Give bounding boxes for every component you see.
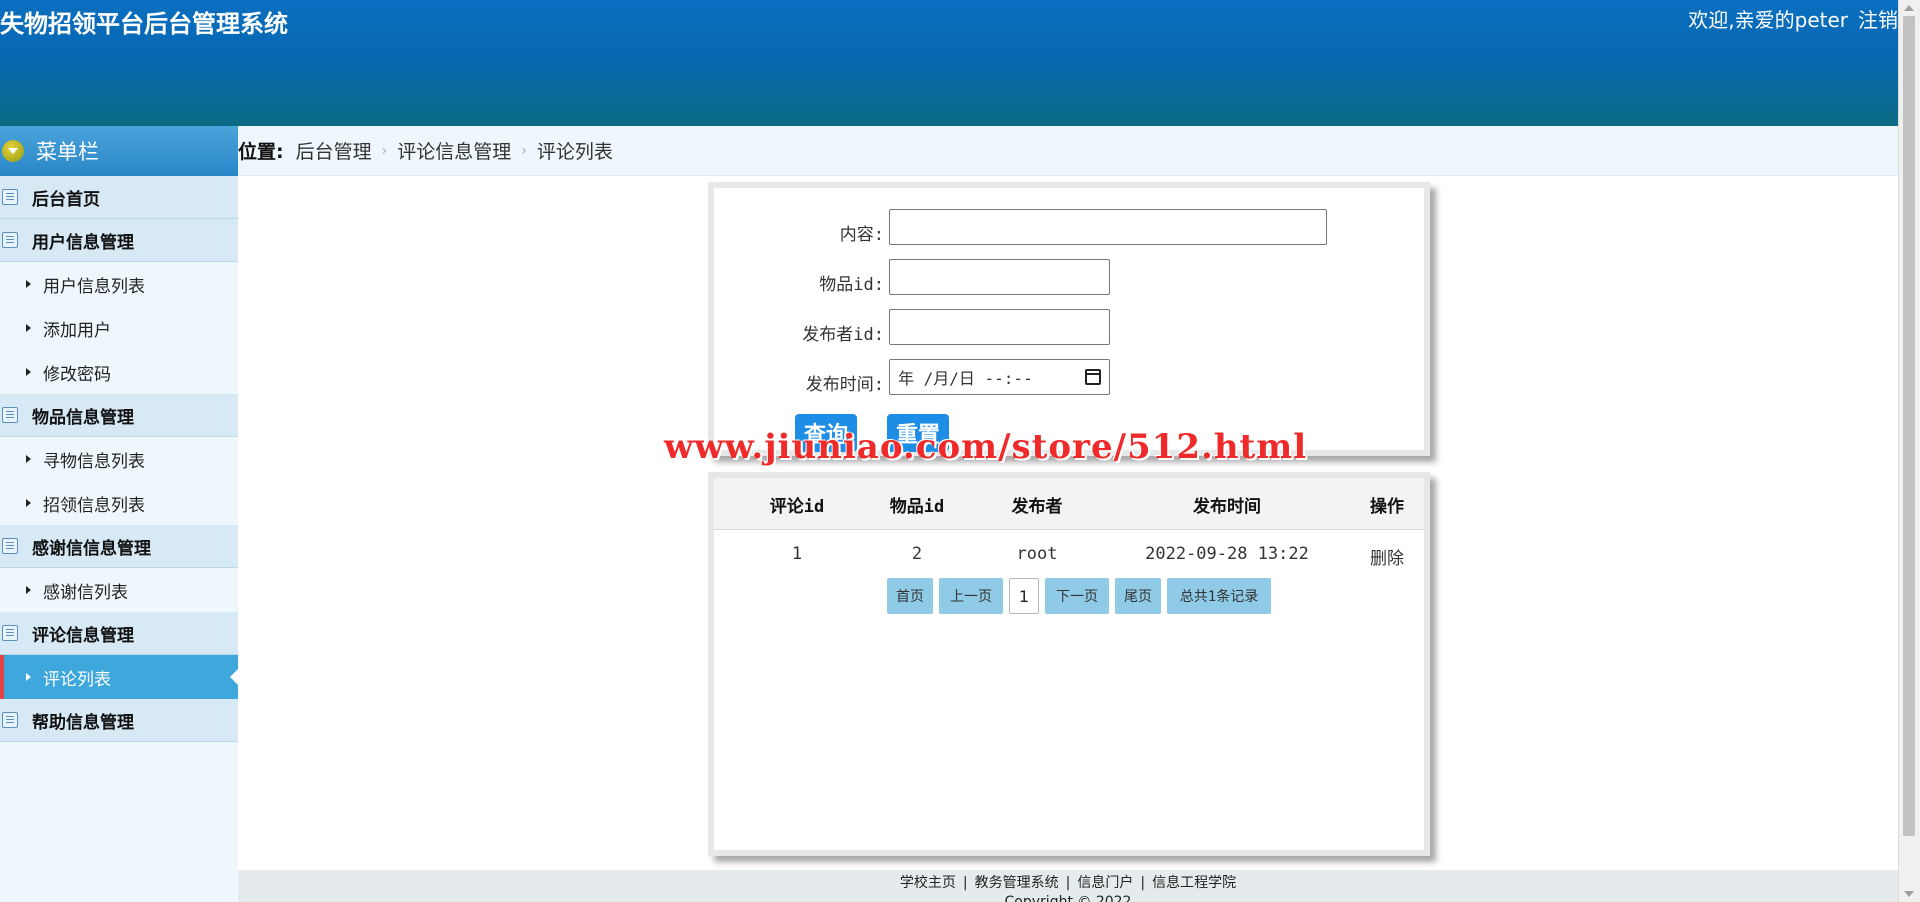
publish-time-label: 发布时间: xyxy=(805,375,884,395)
column-header: 物品id xyxy=(889,497,945,517)
vertical-scrollbar[interactable] xyxy=(1898,0,1920,902)
sidebar-item-label: 评论列表 xyxy=(43,669,111,690)
sidebar-group-label: 评论信息管理 xyxy=(32,625,134,646)
app-title: 失物招领平台后台管理系统 xyxy=(0,10,288,38)
table-cell: 2 xyxy=(911,544,923,564)
footer-separator: | xyxy=(962,875,968,891)
list-icon xyxy=(2,407,18,423)
footer-link[interactable]: 教务管理系统 xyxy=(975,875,1059,891)
caret-right-icon xyxy=(26,673,31,681)
logout-link[interactable]: 注销 xyxy=(1858,8,1898,32)
collapse-arrow-icon xyxy=(2,140,24,162)
caret-right-icon xyxy=(26,499,31,507)
breadcrumb: 位置: 后台管理 › 评论信息管理 › 评论列表 xyxy=(238,126,1898,176)
next-page-button[interactable]: 下一页 xyxy=(1045,578,1109,614)
footer-separator: | xyxy=(1065,875,1071,891)
sidebar-group-label: 用户信息管理 xyxy=(32,232,134,253)
list-icon xyxy=(2,538,18,554)
content-input[interactable] xyxy=(889,209,1327,245)
table-cell: 2022-09-28 13:22 xyxy=(1145,544,1309,564)
sidebar-item-label: 感谢信列表 xyxy=(43,582,128,603)
footer-links: 学校主页 | 教务管理系统 | 信息门户 | 信息工程学院 xyxy=(238,872,1898,892)
welcome-text: 欢迎,亲爱的peter xyxy=(1688,8,1848,32)
footer-link[interactable]: 信息门户 xyxy=(1077,875,1133,891)
sidebar-item-thanks-list[interactable]: 感谢信列表 xyxy=(0,568,238,612)
menu-header[interactable]: 菜单栏 xyxy=(0,126,238,176)
prev-page-button[interactable]: 上一页 xyxy=(939,578,1003,614)
footer-link[interactable]: 学校主页 xyxy=(900,875,956,891)
sidebar-item-user-list[interactable]: 用户信息列表 xyxy=(0,262,238,306)
date-placeholder: 年 /月/日 --:-- xyxy=(898,369,1033,388)
sidebar-item-found-list[interactable]: 招领信息列表 xyxy=(0,481,238,525)
copyright-text: Copyright © 2022 xyxy=(1004,894,1132,902)
table-header: 评论id 物品id 发布者 发布时间 操作 xyxy=(714,478,1424,530)
total-records-label: 总共1条记录 xyxy=(1167,578,1271,614)
breadcrumb-item[interactable]: 后台管理 xyxy=(296,137,372,164)
calendar-icon[interactable] xyxy=(1085,369,1101,385)
sidebar-item-lost-list[interactable]: 寻物信息列表 xyxy=(0,437,238,481)
table-cell: root xyxy=(1016,544,1058,564)
scroll-up-icon[interactable] xyxy=(1904,5,1914,11)
search-panel: 内容: 物品id: 发布者id: 发布时间: 年 /月/日 --:-- 查询 重… xyxy=(708,182,1430,456)
watermark-text: www.jiuniao.com/store/512.html xyxy=(664,427,1308,467)
sidebar-group-thanks[interactable]: 感谢信信息管理 xyxy=(0,525,238,568)
chevron-right-icon: › xyxy=(521,142,527,159)
sidebar-group-label: 感谢信信息管理 xyxy=(32,538,151,559)
top-header: 失物招领平台后台管理系统 欢迎,亲爱的peter 注销 xyxy=(0,0,1898,126)
publisher-id-label: 发布者id: xyxy=(802,325,884,345)
sidebar-item-label: 修改密码 xyxy=(43,364,111,385)
current-page-number[interactable]: 1 xyxy=(1009,578,1039,614)
sidebar-group-items[interactable]: 物品信息管理 xyxy=(0,394,238,437)
results-panel: 评论id 物品id 发布者 发布时间 操作 1 2 root 2022-09-2… xyxy=(708,472,1430,856)
footer-link[interactable]: 信息工程学院 xyxy=(1152,875,1236,891)
caret-right-icon xyxy=(26,586,31,594)
menu-title: 菜单栏 xyxy=(36,140,99,164)
sidebar-item-label: 添加用户 xyxy=(43,320,111,341)
sidebar-group-comments[interactable]: 评论信息管理 xyxy=(0,612,238,655)
chevron-right-icon: › xyxy=(381,142,388,159)
sidebar-group-home[interactable]: 后台首页 xyxy=(0,176,238,219)
sidebar-item-label: 用户信息列表 xyxy=(43,276,145,297)
sidebar-group-label: 物品信息管理 xyxy=(32,407,134,428)
caret-right-icon xyxy=(26,280,31,288)
sidebar-item-label: 寻物信息列表 xyxy=(43,451,145,472)
last-page-button[interactable]: 尾页 xyxy=(1115,578,1161,614)
content-label: 内容: xyxy=(839,225,884,245)
table-cell: 1 xyxy=(791,544,803,564)
sidebar: 菜单栏 后台首页 用户信息管理 用户信息列表 添加用户 修改密码 物品信息管理 … xyxy=(0,126,238,902)
footer-separator: | xyxy=(1140,875,1146,891)
caret-right-icon xyxy=(26,455,31,463)
scroll-down-icon[interactable] xyxy=(1904,891,1914,897)
breadcrumb-item: 评论列表 xyxy=(536,141,613,163)
column-header: 评论id xyxy=(769,497,825,517)
list-icon xyxy=(2,625,18,641)
breadcrumb-label: 位置: xyxy=(238,141,284,163)
sidebar-group-label: 后台首页 xyxy=(32,189,100,210)
delete-link[interactable]: 删除 xyxy=(1352,544,1422,569)
list-icon xyxy=(2,189,18,205)
list-icon xyxy=(2,232,18,248)
sidebar-group-users[interactable]: 用户信息管理 xyxy=(0,219,238,262)
sidebar-group-label: 帮助信息管理 xyxy=(32,712,134,733)
caret-right-icon xyxy=(26,368,31,376)
welcome-area: 欢迎,亲爱的peter 注销 xyxy=(1688,4,1898,33)
sidebar-group-help[interactable]: 帮助信息管理 xyxy=(0,699,238,742)
sidebar-item-change-password[interactable]: 修改密码 xyxy=(0,350,238,394)
publisher-id-input[interactable] xyxy=(889,309,1110,345)
column-header: 发布者 xyxy=(1011,497,1063,517)
publish-time-input[interactable]: 年 /月/日 --:-- xyxy=(889,359,1110,395)
breadcrumb-item[interactable]: 评论信息管理 xyxy=(397,137,511,164)
list-icon xyxy=(2,712,18,728)
caret-right-icon xyxy=(26,324,31,332)
item-id-label: 物品id: xyxy=(819,275,884,295)
scrollbar-thumb[interactable] xyxy=(1903,16,1915,836)
column-header: 发布时间 xyxy=(1193,497,1261,517)
item-id-input[interactable] xyxy=(889,259,1110,295)
sidebar-item-add-user[interactable]: 添加用户 xyxy=(0,306,238,350)
footer: 学校主页 | 教务管理系统 | 信息门户 | 信息工程学院 Copyright © 2022 xyxy=(238,870,1898,902)
column-header: 操作 xyxy=(1370,497,1404,517)
sidebar-item-label: 招领信息列表 xyxy=(43,495,145,516)
first-page-button[interactable]: 首页 xyxy=(887,578,933,614)
sidebar-item-comment-list[interactable]: 评论列表 xyxy=(0,655,238,699)
